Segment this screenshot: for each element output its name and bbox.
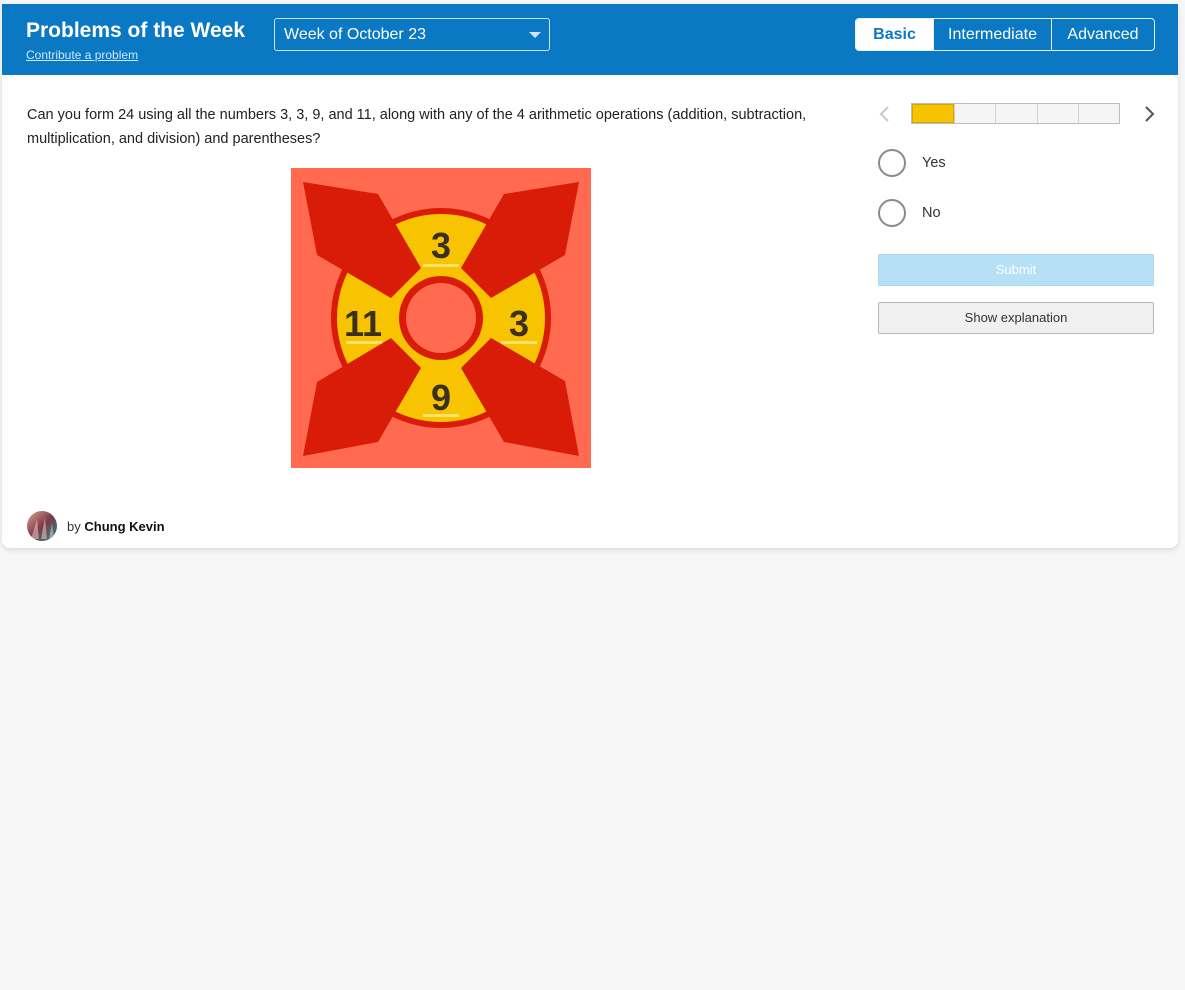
number-bottom: 9 <box>431 377 451 418</box>
header-bar: Problems of the Week Contribute a proble… <box>2 4 1178 75</box>
author-name[interactable]: Chung Kevin <box>84 519 164 534</box>
answer-label-yes: Yes <box>922 155 946 171</box>
number-right: 3 <box>509 303 529 344</box>
problem-image: 3 11 3 9 <box>291 168 591 468</box>
week-dropdown-value: Week of October 23 <box>284 26 426 43</box>
progress-bar <box>911 103 1120 124</box>
number-left: 11 <box>344 303 382 344</box>
question-text: Can you form 24 using all the numbers 3,… <box>27 107 807 147</box>
avatar[interactable] <box>27 511 57 541</box>
number-wheel-illustration: 3 11 3 9 <box>291 168 591 468</box>
radio-no[interactable] <box>878 199 906 227</box>
tab-advanced[interactable]: Advanced <box>1051 19 1154 50</box>
problem-card: Problems of the Week Contribute a proble… <box>2 4 1178 548</box>
answer-option-yes[interactable]: Yes <box>878 149 946 177</box>
progress-segment <box>995 104 1036 123</box>
submit-button[interactable]: Submit <box>878 254 1154 286</box>
difficulty-tabs: Basic Intermediate Advanced <box>855 18 1155 51</box>
tab-basic[interactable]: Basic <box>856 19 933 50</box>
answer-label-no: No <box>922 205 941 221</box>
previous-problem-button[interactable] <box>876 104 894 124</box>
tab-intermediate[interactable]: Intermediate <box>933 19 1051 50</box>
radio-yes[interactable] <box>878 149 906 177</box>
show-explanation-button[interactable]: Show explanation <box>878 302 1154 334</box>
chevron-left-icon <box>879 106 889 122</box>
author-text: by Chung Kevin <box>67 519 165 534</box>
next-problem-button[interactable] <box>1140 104 1158 124</box>
page-title: Problems of the Week <box>26 19 246 42</box>
author-prefix: by <box>67 518 81 534</box>
chevron-right-icon <box>1145 106 1155 122</box>
progress-segment <box>1036 104 1078 123</box>
author-byline: by Chung Kevin <box>27 511 165 541</box>
chevron-down-icon <box>529 32 541 38</box>
progress-segment <box>912 104 955 123</box>
number-top: 3 <box>431 225 451 266</box>
contribute-link[interactable]: Contribute a problem <box>26 48 138 62</box>
week-dropdown[interactable]: Week of October 23 <box>274 18 550 51</box>
answer-option-no[interactable]: No <box>878 199 941 227</box>
progress-segment <box>954 104 995 123</box>
progress-segment <box>1077 104 1119 123</box>
